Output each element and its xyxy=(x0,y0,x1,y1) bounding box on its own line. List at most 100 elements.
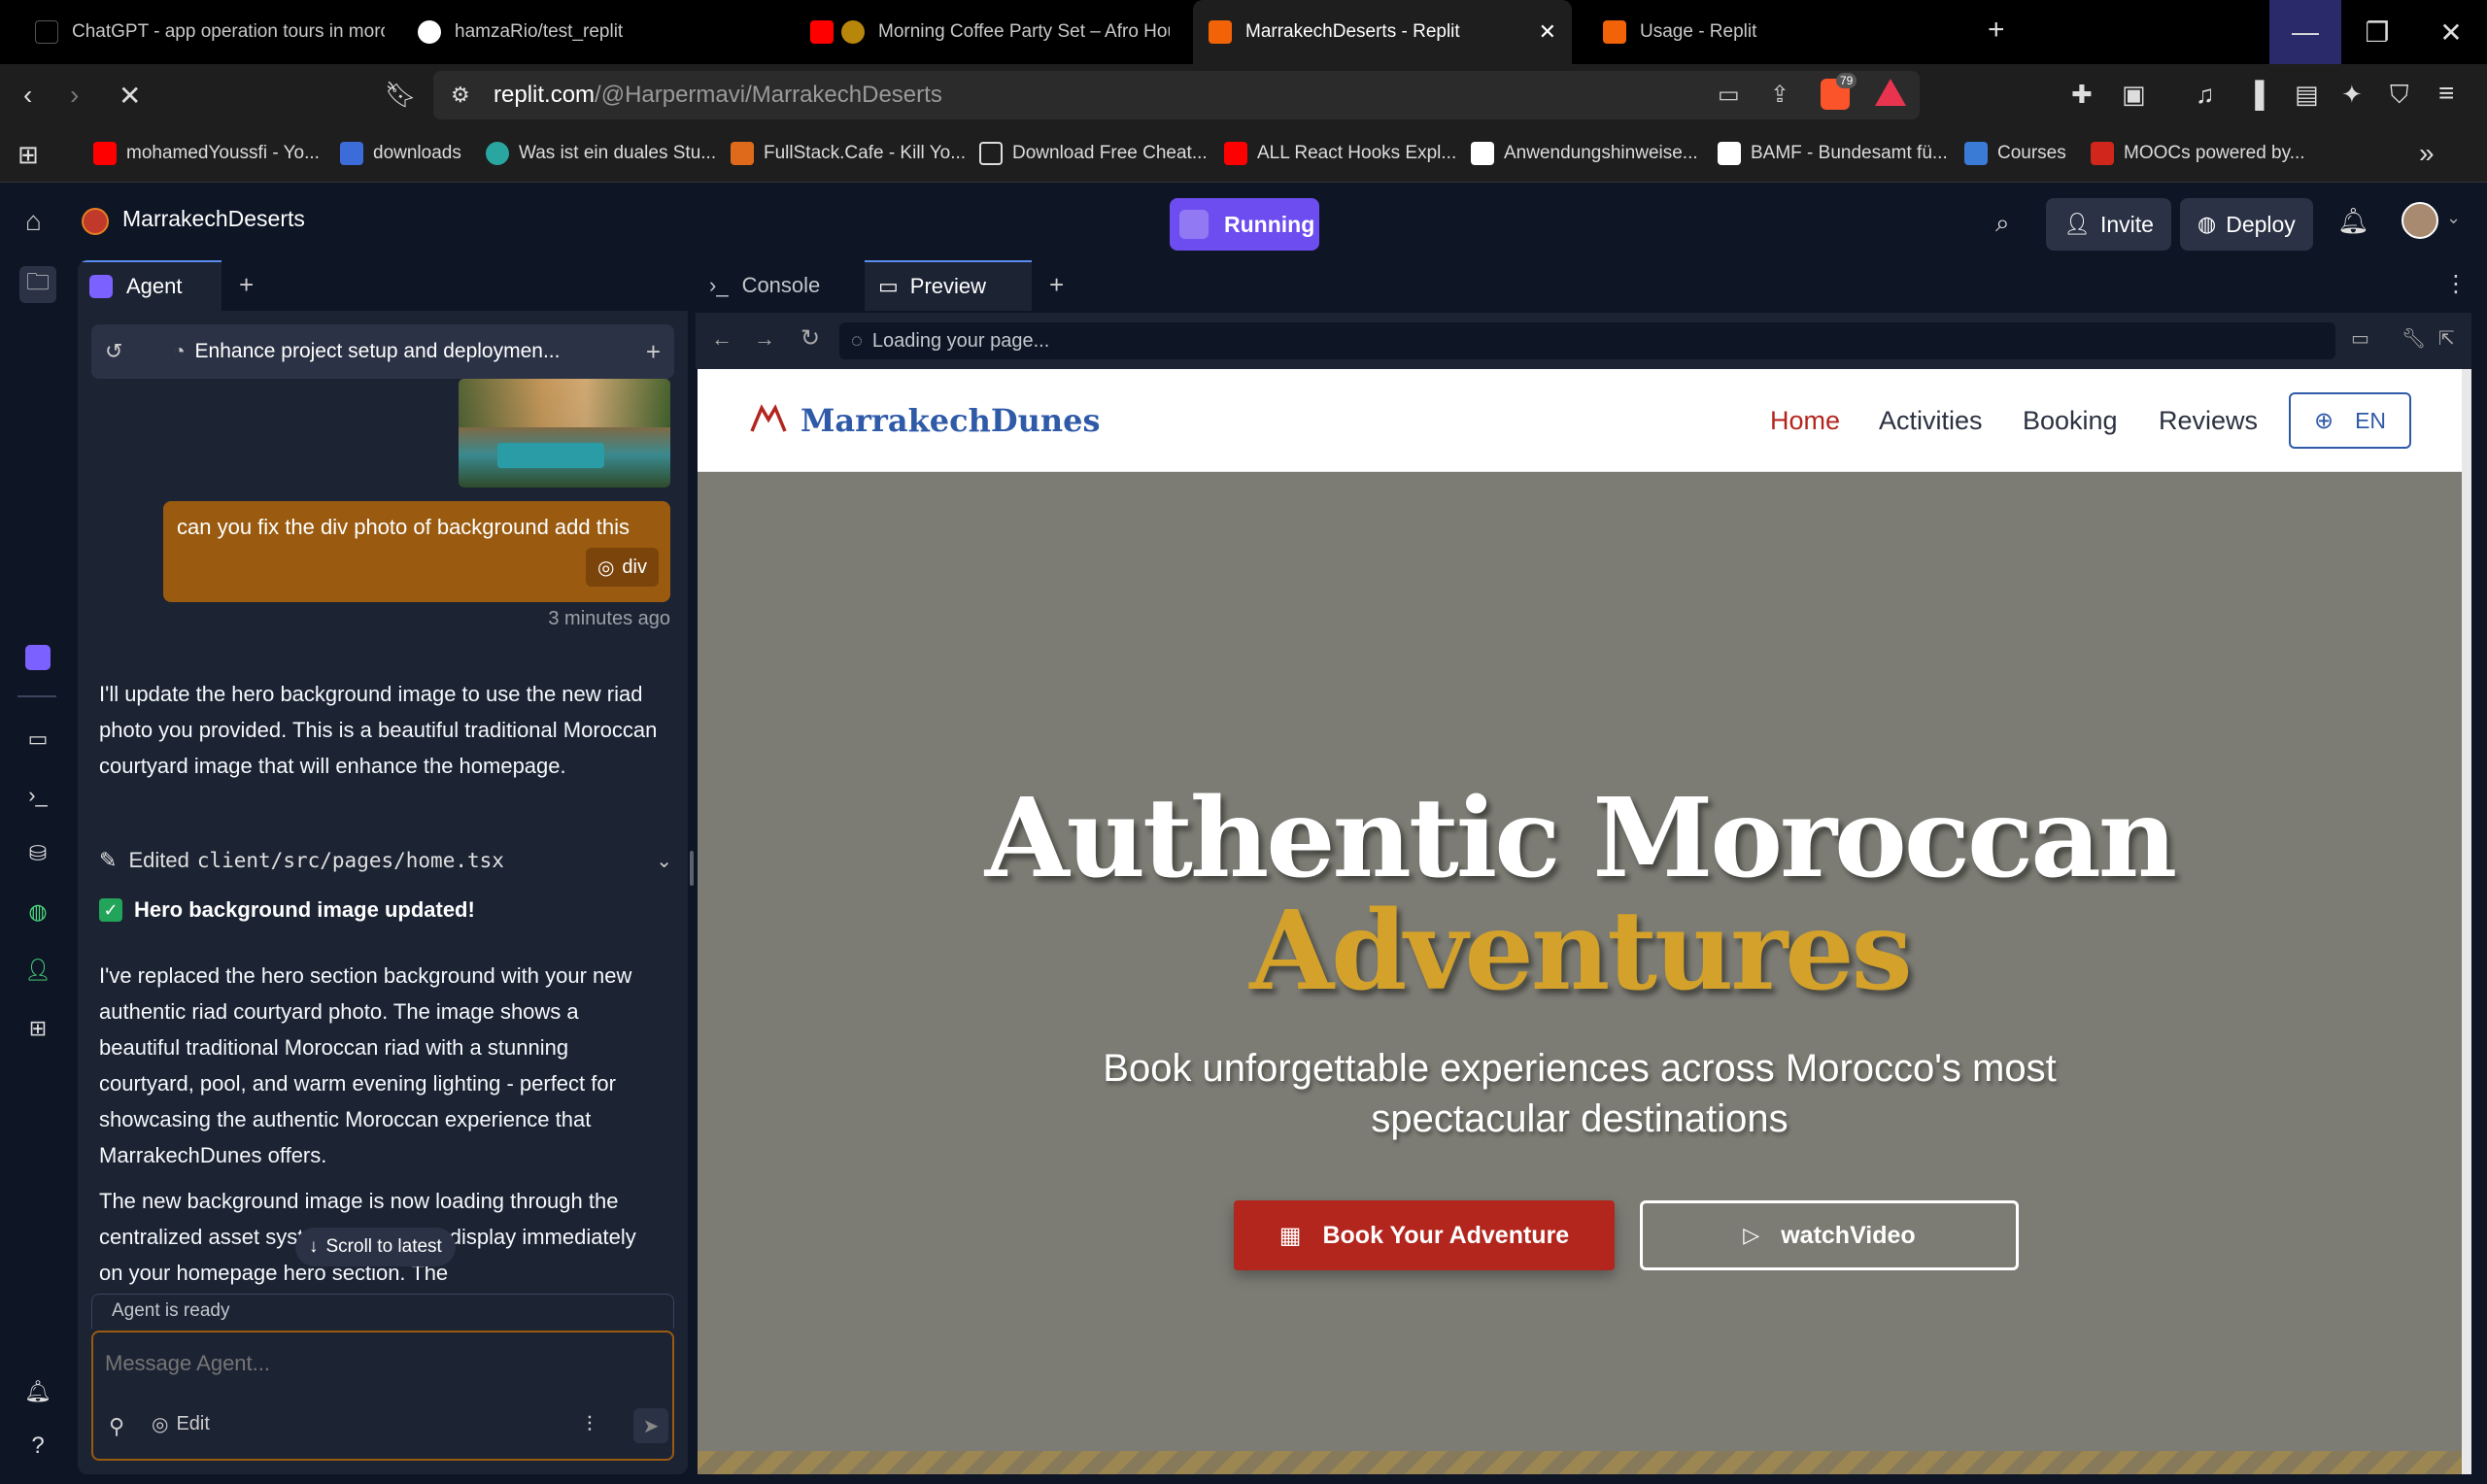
browser-tab-chatgpt[interactable]: ChatGPT - app operation tours in morocc xyxy=(35,0,385,64)
reader-icon[interactable]: ▣ xyxy=(2122,80,2146,110)
deploy-button[interactable]: ◍ Deploy xyxy=(2180,198,2313,251)
chevron-down-icon[interactable]: ⌄ xyxy=(656,849,672,873)
book-adventure-button[interactable]: ▦ Book Your Adventure xyxy=(1234,1200,1615,1270)
scroll-to-latest-button[interactable]: ↓ Scroll to latest xyxy=(295,1228,456,1266)
bookmark-item[interactable]: Courses xyxy=(1964,142,2066,165)
home-icon[interactable]: ⌂ xyxy=(25,206,42,237)
tab-preview[interactable]: ▭ Preview xyxy=(865,260,1032,311)
chevron-down-icon[interactable]: ⌄ xyxy=(2446,208,2461,228)
target-icon: ◎ xyxy=(152,1414,169,1435)
settings-sliders-icon[interactable]: ⫶ xyxy=(587,1412,593,1437)
files-icon[interactable]: 🗀︎ xyxy=(19,266,56,303)
alerts-icon[interactable]: 🔔︎ xyxy=(19,1373,56,1410)
back-icon[interactable]: ← xyxy=(711,326,732,352)
bookmark-item[interactable]: MOOCs powered by... xyxy=(2091,142,2305,165)
wallet-icon[interactable]: ▤ xyxy=(2295,80,2319,110)
browser-tab-usage[interactable]: Usage - Replit xyxy=(1603,0,1953,64)
apps-grid-icon[interactable]: ⊞ xyxy=(17,140,39,170)
attached-image[interactable] xyxy=(459,379,670,488)
tab-console[interactable]: ›_ Console xyxy=(696,260,863,311)
browser-tab-replit[interactable]: MarrakechDeserts - Replit ✕ xyxy=(1193,0,1572,64)
site-settings-icon[interactable]: ⚙ xyxy=(451,83,470,108)
task-bar[interactable]: ↺ ◔ Enhance project setup and deploymen.… xyxy=(91,324,674,379)
bookmark-item[interactable]: ALL React Hooks Expl... xyxy=(1224,142,1456,165)
attach-icon[interactable]: ⚲ xyxy=(109,1414,124,1439)
replit-icon xyxy=(1209,20,1232,44)
history-icon[interactable]: ↺ xyxy=(105,339,122,364)
invite-button[interactable]: 👤︎ Invite xyxy=(2046,198,2171,251)
minimize-icon[interactable]: — xyxy=(2269,0,2341,64)
user-avatar[interactable] xyxy=(2402,202,2438,239)
hero-title: Authentic Moroccan xyxy=(984,775,2177,902)
panel-resize-handle[interactable] xyxy=(690,851,694,886)
back-icon[interactable]: ‹ xyxy=(23,80,32,111)
more-bookmarks-icon[interactable]: » xyxy=(2419,138,2435,169)
leo-ai-icon[interactable]: ✦ xyxy=(2341,80,2363,110)
run-button[interactable]: Running xyxy=(1170,198,1319,251)
all-tools-icon[interactable]: ⊞ xyxy=(19,1010,56,1047)
bookmark-item[interactable]: Was ist ein duales Stu... xyxy=(486,142,716,165)
browser-tab-github[interactable]: hamzaRio/test_replit xyxy=(418,0,767,64)
bookmark-item[interactable]: BAMF - Bundesamt fü... xyxy=(1718,142,1948,165)
console-icon[interactable]: ›_ xyxy=(19,777,56,814)
sidebar-icon[interactable]: ▐ xyxy=(2246,80,2264,110)
preview-scrollbar[interactable] xyxy=(2462,369,2471,1474)
extensions-icon[interactable]: ✚ xyxy=(2071,80,2093,110)
deployments-icon[interactable]: ◍ xyxy=(19,894,56,930)
more-options-icon[interactable]: ⋮ xyxy=(2444,270,2468,298)
watch-video-button[interactable]: ▷ watchVideo xyxy=(1640,1200,2019,1270)
new-task-icon[interactable]: + xyxy=(646,337,661,367)
preview-url-bar[interactable]: ◌ Loading your page... xyxy=(839,322,2335,359)
restore-icon[interactable]: ❐ xyxy=(2341,0,2413,64)
stop-loading-icon[interactable]: ✕ xyxy=(119,80,141,112)
reload-icon[interactable]: ↻ xyxy=(801,324,820,353)
menu-icon[interactable]: ≡ xyxy=(2438,78,2454,109)
open-new-window-icon[interactable]: ⇱ xyxy=(2438,326,2455,351)
tab-agent[interactable]: Agent xyxy=(78,260,221,311)
github-icon xyxy=(418,20,441,44)
devices-icon[interactable]: ▭ xyxy=(2351,326,2369,351)
send-icon[interactable]: ➤ xyxy=(633,1408,668,1443)
devtools-icon[interactable]: 🔧︎ xyxy=(2402,326,2426,351)
close-window-icon[interactable]: ✕ xyxy=(2415,0,2487,64)
browser-tab-youtube[interactable]: Morning Coffee Party Set – Afro Hou xyxy=(810,0,1170,64)
nav-booking[interactable]: Booking xyxy=(2023,406,2118,436)
bookmark-label: BAMF - Bundesamt fü... xyxy=(1751,143,1948,163)
database-icon[interactable]: ⛁ xyxy=(19,835,56,872)
new-tab-icon[interactable]: + xyxy=(1988,14,2005,47)
share-icon[interactable]: ⇪ xyxy=(1770,81,1789,109)
bookmark-item[interactable]: mohamedYoussfi - Yo... xyxy=(93,142,320,165)
address-bar[interactable]: ⚙ replit.com/@Harpermavi/MarrakechDesert… xyxy=(433,71,1920,119)
element-chip[interactable]: ◎ div xyxy=(585,548,659,587)
cast-icon[interactable]: ▭ xyxy=(1718,81,1740,109)
edit-element-button[interactable]: ◎ Edit xyxy=(152,1412,210,1436)
close-tab-icon[interactable]: ✕ xyxy=(1539,19,1556,45)
bookmark-item[interactable]: downloads xyxy=(340,142,461,165)
project-name[interactable]: MarrakechDeserts xyxy=(122,206,305,232)
bookmark-item[interactable]: Anwendungshinweise... xyxy=(1471,142,1698,165)
message-input[interactable] xyxy=(105,1344,649,1383)
bookmark-item[interactable]: FullStack.Cafe - Kill Yo... xyxy=(731,142,966,165)
users-icon[interactable]: 👤︎ xyxy=(19,952,56,989)
help-icon[interactable]: ? xyxy=(19,1428,56,1465)
site-brand[interactable]: MarrakechDunes xyxy=(801,402,1101,439)
search-icon[interactable]: ⌕ xyxy=(1995,208,2010,239)
webview-icon[interactable]: ▭ xyxy=(19,721,56,758)
nav-activities[interactable]: Activities xyxy=(1879,406,1983,436)
new-tab-icon[interactable]: + xyxy=(239,270,254,300)
bookmark-item[interactable]: Download Free Cheat... xyxy=(979,142,1208,165)
edited-file-row[interactable]: ✎ Edited client/src/pages/home.tsx ⌄ xyxy=(99,841,672,880)
language-selector[interactable]: ⊕ EN xyxy=(2289,392,2411,449)
bookmark-icon[interactable]: 🔖︎ xyxy=(385,80,417,110)
media-icon[interactable]: ♫ xyxy=(2196,80,2215,110)
nav-home[interactable]: Home xyxy=(1770,406,1840,436)
agent-icon[interactable] xyxy=(19,639,56,676)
new-tab-icon[interactable]: + xyxy=(1049,270,1064,300)
gauge-icon: ◔ xyxy=(173,340,186,362)
brave-rewards-icon[interactable] xyxy=(1875,79,1906,106)
vpn-icon[interactable]: ⛉ xyxy=(2390,80,2409,111)
nav-reviews[interactable]: Reviews xyxy=(2159,406,2258,436)
forward-icon[interactable]: → xyxy=(754,326,775,352)
notifications-icon[interactable]: 🔔︎ xyxy=(2337,206,2369,236)
forward-icon[interactable]: › xyxy=(70,80,79,111)
